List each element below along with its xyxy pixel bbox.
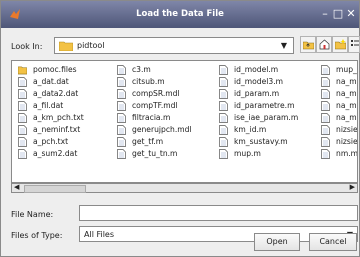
file-icon <box>321 113 330 123</box>
file-icon <box>18 101 27 111</box>
file-icon <box>117 149 126 159</box>
file-icon <box>321 149 330 159</box>
close-button[interactable]: ✕ <box>345 8 357 20</box>
file-icon <box>18 125 27 135</box>
file-icon <box>18 77 27 87</box>
folder-icon <box>59 41 73 51</box>
chevron-down-icon: ▼ <box>280 41 287 50</box>
file-icon <box>321 77 330 87</box>
scroll-thumb[interactable] <box>24 185 86 193</box>
file-icon <box>321 65 330 75</box>
title-bar[interactable]: Load the Data File – □ ✕ <box>1 1 359 28</box>
home-button[interactable] <box>316 36 332 53</box>
file-list[interactable]: pomoc.files a_dat.dat a_data2.dat a_fil.… <box>11 60 358 183</box>
file-icon <box>117 125 126 135</box>
scroll-left-icon[interactable]: ◀ <box>14 183 19 191</box>
file-icon <box>18 113 27 123</box>
up-folder-button[interactable] <box>300 36 316 53</box>
up-folder-icon <box>303 41 314 50</box>
file-icon <box>117 65 126 75</box>
file-icon <box>219 77 228 87</box>
file-icon <box>321 137 330 147</box>
file-icon <box>117 137 126 147</box>
file-icon <box>321 101 330 111</box>
minimize-button[interactable]: – <box>319 8 331 20</box>
file-icon <box>321 89 330 99</box>
scroll-right-icon[interactable]: ▶ <box>350 183 355 191</box>
load-file-dialog: Load the Data File – □ ✕ Look In: pidtoo… <box>0 0 360 257</box>
window-title: Load the Data File <box>136 9 224 19</box>
file-icon <box>219 113 228 123</box>
file-icon <box>117 101 126 111</box>
horizontal-scrollbar[interactable]: ◀ ▶ <box>11 183 358 193</box>
new-folder-button[interactable] <box>332 36 348 53</box>
file-icon <box>219 89 228 99</box>
file-icon <box>117 89 126 99</box>
file-icon <box>321 125 330 135</box>
look-in-value: pidtool <box>77 41 105 50</box>
file-icon <box>18 89 27 99</box>
file-icon <box>117 77 126 87</box>
look-in-dropdown[interactable]: pidtool ▼ <box>54 37 294 54</box>
file-icon <box>219 101 228 111</box>
file-name-input[interactable] <box>79 205 358 221</box>
file-icon <box>18 137 27 147</box>
files-of-type-label: Files of Type: <box>11 231 63 240</box>
files-of-type-value: All Files <box>84 230 115 239</box>
folder-icon <box>18 66 27 75</box>
file-icon <box>219 65 228 75</box>
file-icon <box>18 149 27 159</box>
cancel-button[interactable]: Cancel <box>309 233 357 251</box>
file-icon <box>117 113 126 123</box>
maximize-button[interactable]: □ <box>332 8 344 20</box>
new-folder-icon <box>335 39 346 50</box>
list-view-button[interactable] <box>348 36 360 53</box>
home-icon <box>319 39 330 50</box>
file-name-label: File Name: <box>11 210 54 219</box>
list-view-icon <box>351 40 359 46</box>
file-icon <box>219 137 228 147</box>
open-button[interactable]: Open <box>254 233 300 251</box>
file-icon <box>219 125 228 135</box>
file-icon <box>219 149 228 159</box>
look-in-label: Look In: <box>11 42 43 51</box>
